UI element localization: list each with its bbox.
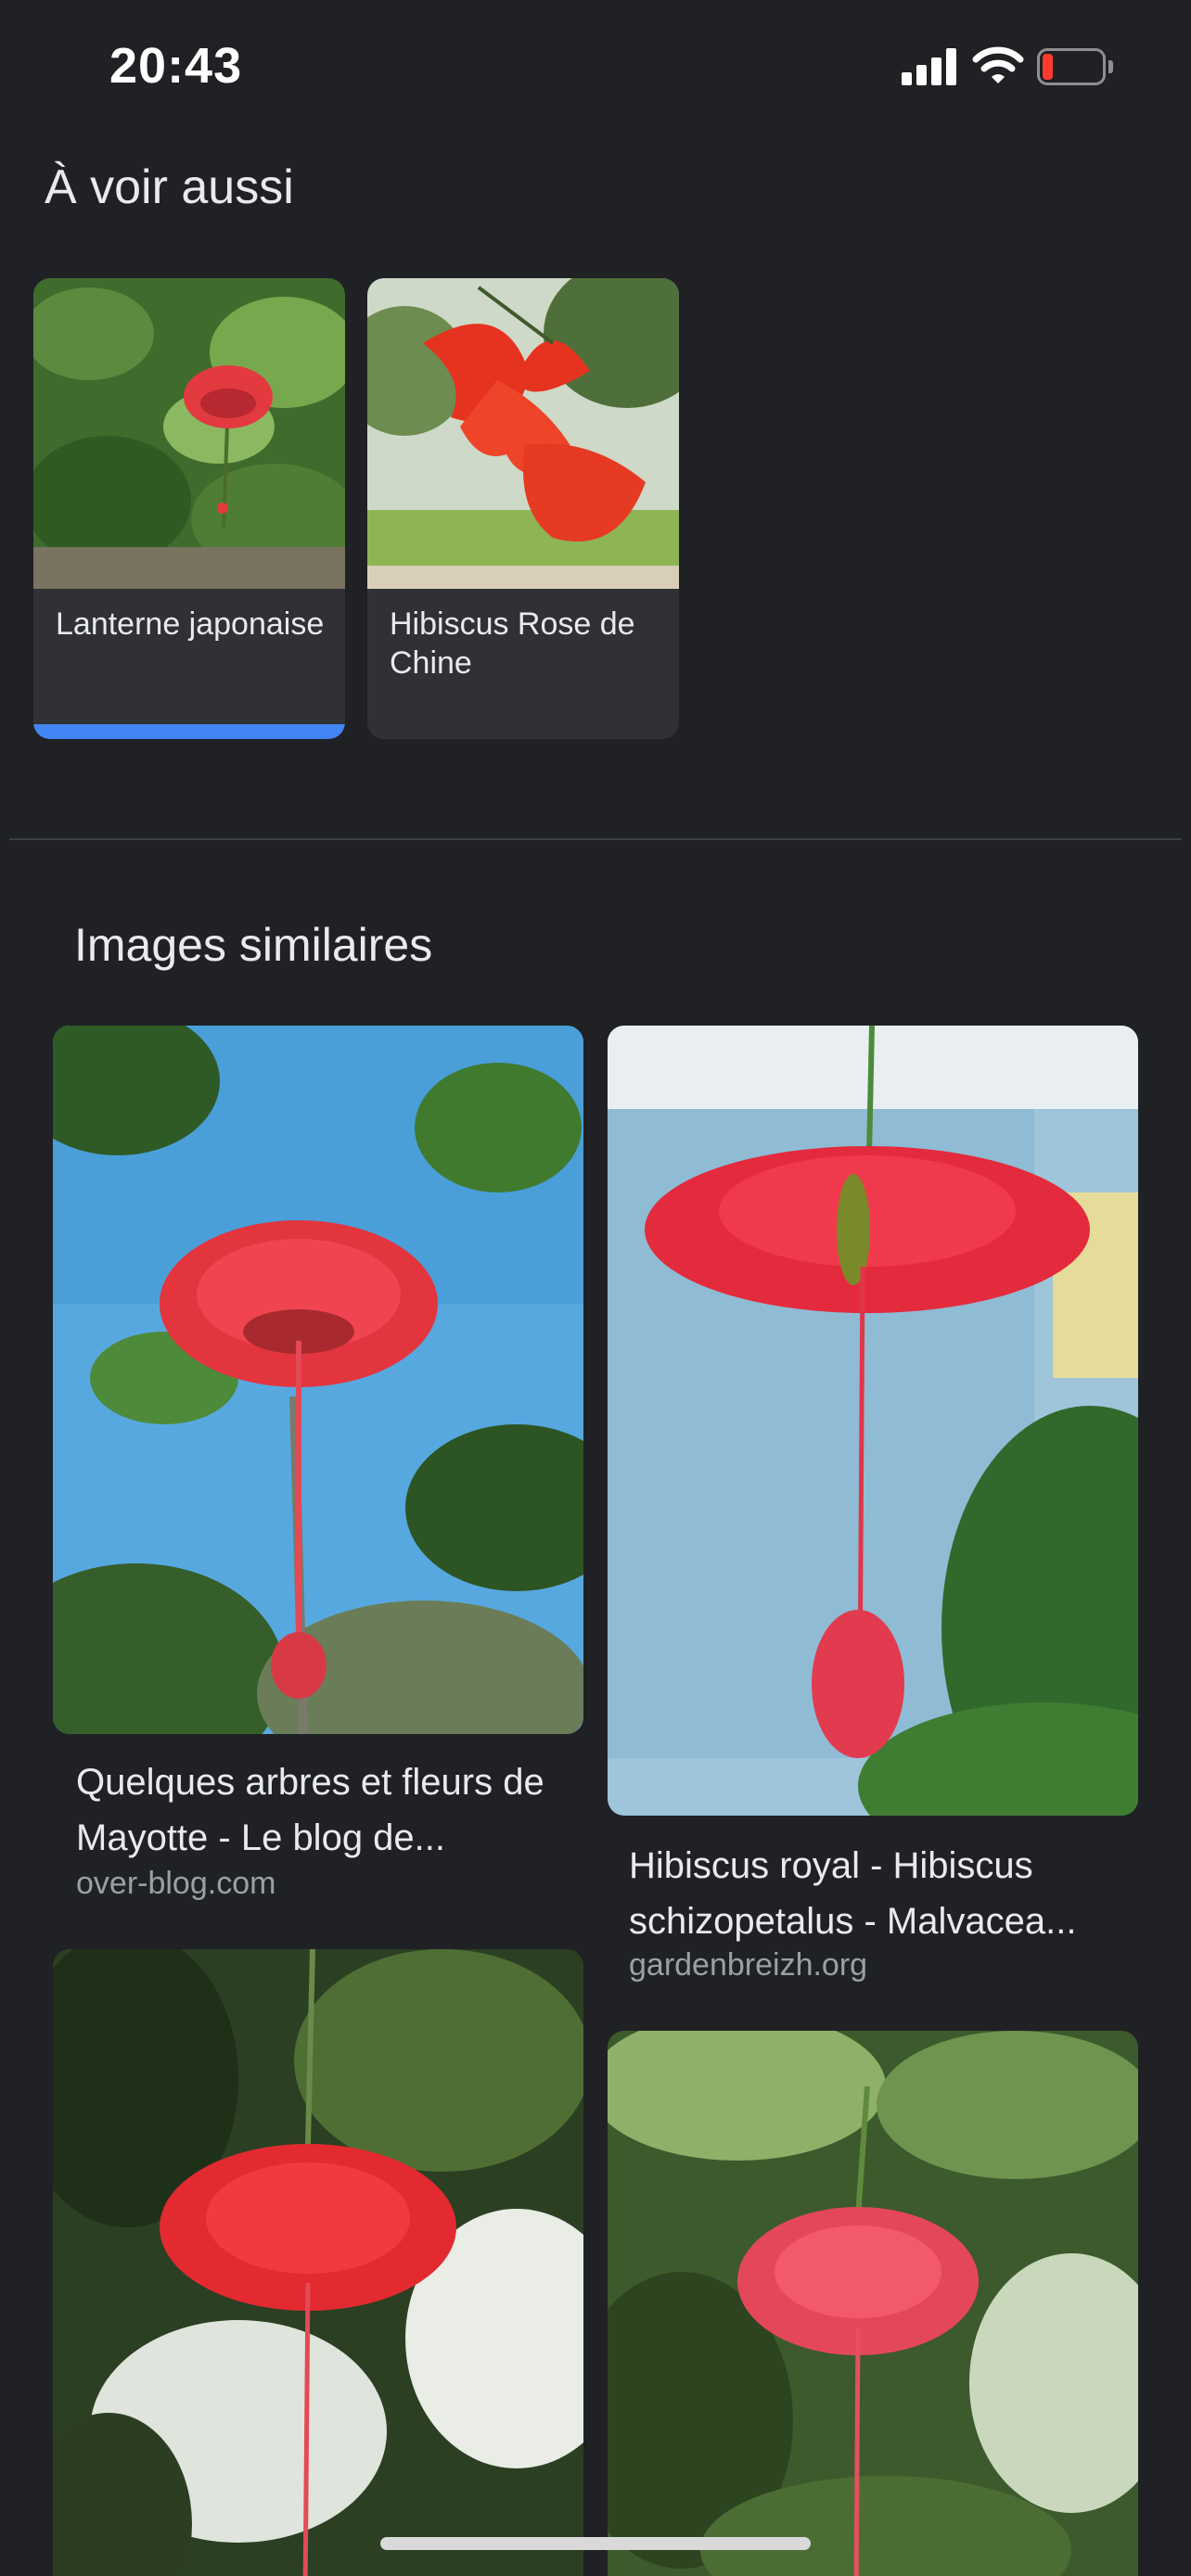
similar-image-source: gardenbreizh.org [629, 1947, 868, 1983]
cellular-signal-icon [902, 48, 957, 85]
lanterne-japonaise-thumbnail [33, 278, 345, 589]
similar-image-tile[interactable] [53, 1949, 583, 2576]
similar-image-title[interactable]: Hibiscus royal - Hibiscus schizopetalus … [629, 1838, 1141, 1949]
wifi-icon [972, 45, 1024, 87]
similar-images-heading: Images similaires [74, 919, 433, 971]
see-also-card-lanterne-japonaise[interactable]: Lanterne japonaise [33, 278, 345, 739]
hibiscus-rose-de-chine-thumbnail [367, 278, 679, 589]
home-indicator[interactable] [380, 2537, 811, 2550]
selected-indicator [33, 724, 345, 739]
status-bar: 20:43 [0, 0, 1191, 139]
see-also-heading: À voir aussi [45, 160, 294, 214]
see-also-card-label: Lanterne japonaise [56, 606, 325, 642]
section-divider [9, 838, 1182, 840]
see-also-card-label: Hibiscus Rose de Chine [390, 606, 635, 681]
similar-image-title[interactable]: Quelques arbres et fleurs de Mayotte - L… [76, 1754, 588, 1866]
status-time: 20:43 [109, 38, 243, 94]
see-also-card-hibiscus-rose-de-chine[interactable]: Hibiscus Rose de Chine [367, 278, 679, 739]
similar-image-tile[interactable] [53, 1026, 583, 1734]
similar-image-tile[interactable] [608, 2031, 1138, 2576]
similar-image-source: over-blog.com [76, 1866, 276, 1901]
battery-icon [1037, 48, 1113, 85]
similar-image-tile[interactable] [608, 1026, 1138, 1816]
